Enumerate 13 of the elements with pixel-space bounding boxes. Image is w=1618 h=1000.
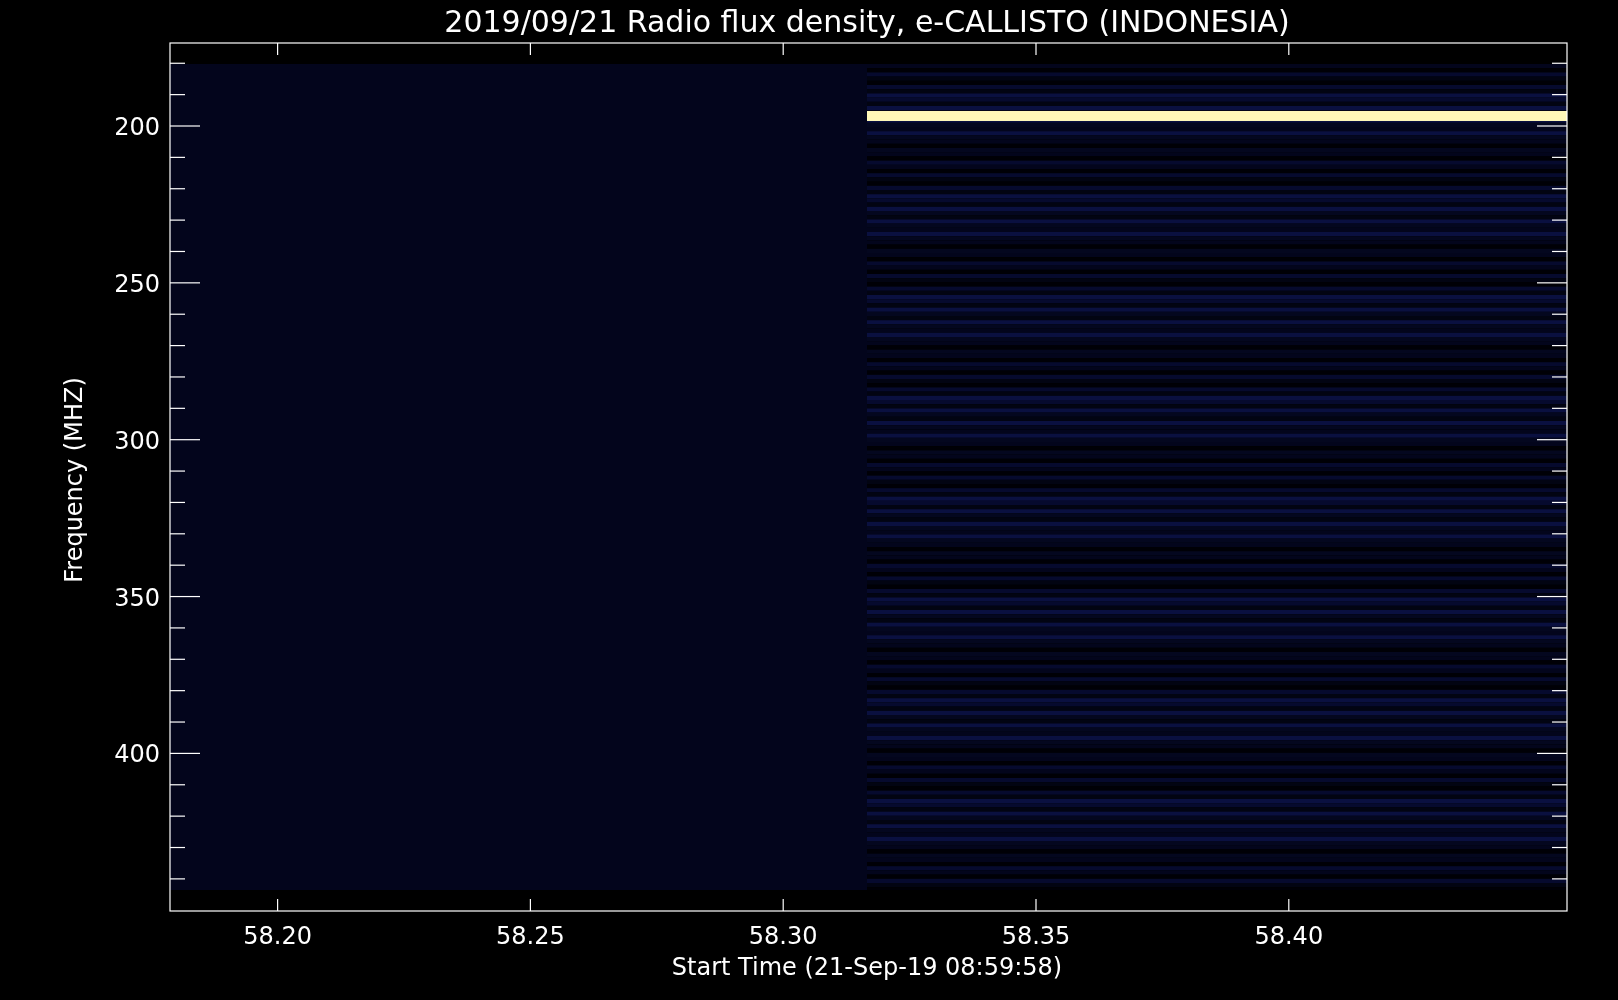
tick-label: 58.40 [1254, 922, 1324, 950]
plot-title: 2019/09/21 Radio flux density, e-CALLISTO (INDONESIA) [444, 4, 1290, 39]
tick-label: 250 [114, 269, 160, 298]
tick-label: 58.25 [496, 922, 565, 950]
axis-label: Start Time (21-Sep-19 08:59:58) [671, 953, 1063, 981]
tick-label: 300 [114, 426, 160, 455]
tick-label: 58.35 [1001, 922, 1071, 950]
tick-label: 350 [114, 583, 160, 612]
tick-label: 200 [114, 113, 160, 141]
tick-label: 58.20 [243, 922, 312, 950]
axis-label: Frequency (MHZ) [60, 377, 88, 583]
tick-label: 400 [114, 740, 160, 769]
tick-label: 58.30 [748, 922, 818, 950]
